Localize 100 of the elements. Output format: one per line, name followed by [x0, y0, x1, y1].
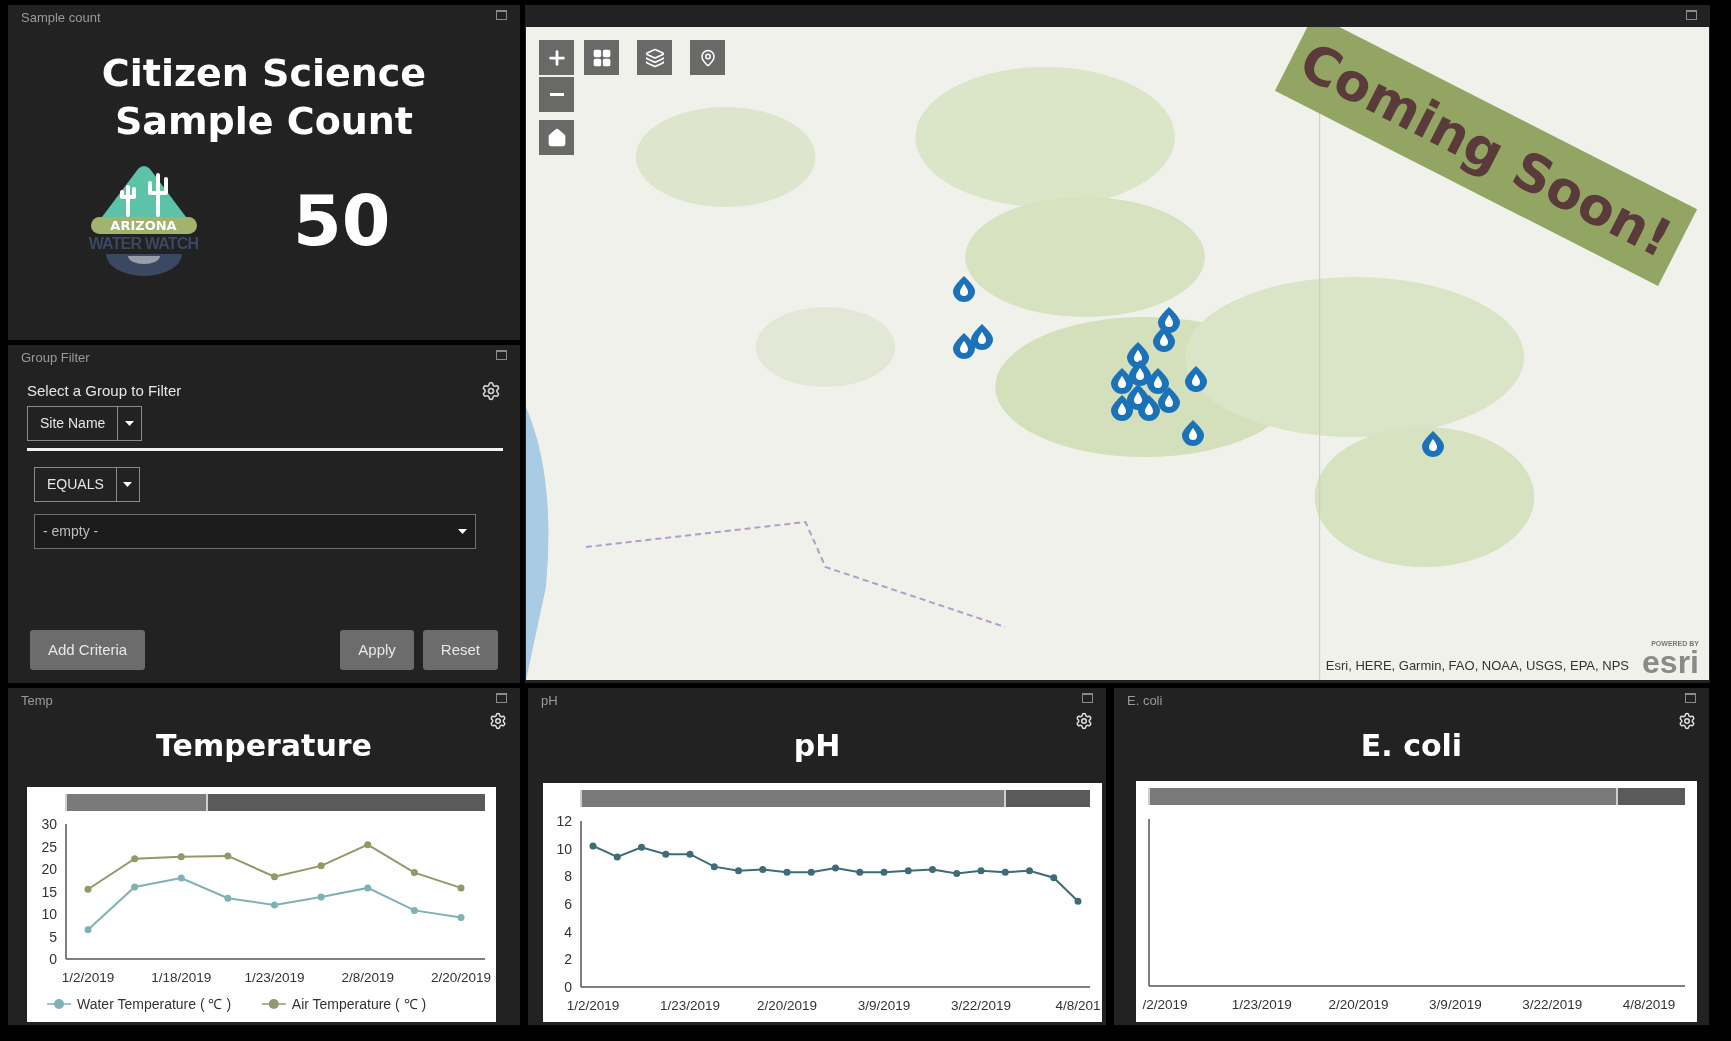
layers-icon: [644, 47, 665, 68]
map-marker[interactable]: [1147, 368, 1169, 394]
data-point: [410, 906, 418, 914]
data-point: [177, 874, 185, 882]
zoom-in-button[interactable]: [539, 40, 574, 75]
logo-wordmark: WATER WATCH: [88, 234, 199, 254]
minus-icon: [549, 93, 564, 96]
map-marker[interactable]: [1138, 395, 1160, 421]
data-point: [783, 868, 791, 876]
map-marker[interactable]: [1422, 431, 1444, 457]
legend-item[interactable]: Water Temperature ( ℃ ): [46, 996, 232, 1012]
data-point: [457, 884, 465, 892]
field-select[interactable]: Site Name: [27, 405, 143, 441]
settings-icon[interactable]: [1678, 712, 1696, 730]
map-marker[interactable]: [953, 276, 975, 302]
data-point: [1050, 874, 1058, 882]
maximize-icon[interactable]: [1082, 693, 1093, 703]
map-marker[interactable]: [1111, 395, 1133, 421]
data-point: [271, 873, 278, 881]
data-point: [1026, 867, 1033, 875]
range-slider[interactable]: [580, 790, 1090, 807]
data-point: [807, 868, 815, 876]
map-attribution: Esri, HERE, Garmin, FAO, NOAA, USGS, EPA, NPS: [1325, 656, 1629, 675]
axis-tick-label: 3/9/2019: [1429, 997, 1482, 1012]
maximize-icon[interactable]: [496, 10, 507, 20]
axis-tick-label: 4/8/201: [1055, 998, 1101, 1013]
panel-header: E. coli: [1127, 693, 1163, 708]
data-point: [662, 850, 670, 858]
logo-banner: ARIZONA: [90, 217, 197, 234]
maximize-icon[interactable]: [496, 693, 507, 703]
axis-tick-label: 0: [49, 951, 57, 967]
axis-tick-label: 4: [564, 923, 572, 940]
axis-tick-label: 2/20/2019: [756, 998, 818, 1013]
maximize-icon[interactable]: [1685, 693, 1696, 703]
data-point: [1001, 868, 1009, 876]
axis-tick-label: 1/23/2019: [244, 970, 305, 985]
panel-header: pH: [541, 693, 558, 708]
settings-icon[interactable]: [481, 381, 501, 402]
data-point: [224, 894, 232, 902]
range-slider-fill[interactable]: [65, 794, 208, 811]
data-point: [131, 883, 139, 891]
zoom-out-button[interactable]: [539, 77, 574, 112]
data-point: [224, 852, 232, 860]
chart-title: E. coli: [1360, 728, 1463, 764]
data-point: [589, 842, 597, 850]
map-marker[interactable]: [971, 324, 993, 350]
action-button[interactable]: Apply: [340, 630, 414, 670]
range-slider[interactable]: [65, 794, 485, 811]
axis-tick-label: /2/2019: [1142, 997, 1188, 1012]
filter-prompt: Select a Group to Filter: [27, 381, 182, 401]
map-marker[interactable]: [1158, 307, 1180, 333]
axis-tick-label: 10: [556, 840, 572, 857]
data-point: [364, 841, 372, 849]
maximize-icon[interactable]: [496, 350, 507, 360]
axis-tick-label: 5: [49, 928, 57, 945]
data-point: [977, 867, 985, 875]
settings-icon[interactable]: [489, 712, 507, 730]
chart-title: Temperature: [156, 728, 372, 764]
value-dropdown[interactable]: - empty -: [34, 513, 476, 549]
operator-select[interactable]: EQUALS: [34, 466, 140, 502]
sample-count-value: 50: [293, 185, 391, 256]
action-button[interactable]: Add Criteria: [30, 630, 146, 670]
basemap-button[interactable]: [584, 40, 619, 75]
legend-label: Water Temperature ( ℃ ): [77, 996, 232, 1012]
axis-tick-label: 1/23/2019: [659, 998, 721, 1013]
map-marker[interactable]: [1182, 420, 1204, 446]
layers-button[interactable]: [637, 40, 672, 75]
axis-tick-label: 12: [556, 813, 572, 829]
map-marker[interactable]: [1158, 387, 1180, 413]
settings-icon[interactable]: [1075, 712, 1093, 730]
data-point: [929, 865, 936, 873]
legend-item[interactable]: Air Temperature ( ℃ ): [261, 996, 427, 1012]
axis-tick-label: 6: [564, 896, 572, 912]
range-slider-fill[interactable]: [580, 790, 1006, 807]
legend-label: Air Temperature ( ℃ ): [291, 996, 427, 1012]
axis-tick-label: 1/2/2019: [61, 970, 115, 985]
axis-tick-label: 3/22/2019: [950, 998, 1012, 1013]
map-marker[interactable]: [1153, 326, 1175, 352]
caret-icon: [458, 528, 467, 534]
axis-tick-label: 0: [564, 979, 572, 995]
axis-tick-label: 2/20/2019: [430, 970, 492, 985]
axis-tick-label: 1/18/2019: [151, 970, 212, 985]
axis-tick-label: 2/8/2019: [341, 970, 395, 985]
home-button[interactable]: [539, 120, 574, 155]
location-button[interactable]: [690, 40, 725, 75]
logo-wordmark: esri: [1642, 648, 1699, 676]
maximize-icon[interactable]: [1686, 10, 1697, 20]
axis-tick-label: 2/20/2019: [1328, 997, 1389, 1012]
action-button[interactable]: Reset: [422, 630, 498, 670]
panel-header: Sample count: [21, 10, 101, 25]
axis-tick-label: 15: [41, 883, 57, 900]
data-point: [1074, 897, 1082, 905]
map-marker[interactable]: [953, 333, 975, 359]
data-point: [953, 870, 961, 878]
map-marker[interactable]: [1129, 360, 1151, 386]
data-point: [84, 885, 92, 893]
panel-header: Temp: [21, 693, 53, 708]
data-point: [904, 867, 912, 875]
axis-tick-label: 10: [41, 906, 57, 922]
map-marker[interactable]: [1185, 366, 1207, 392]
